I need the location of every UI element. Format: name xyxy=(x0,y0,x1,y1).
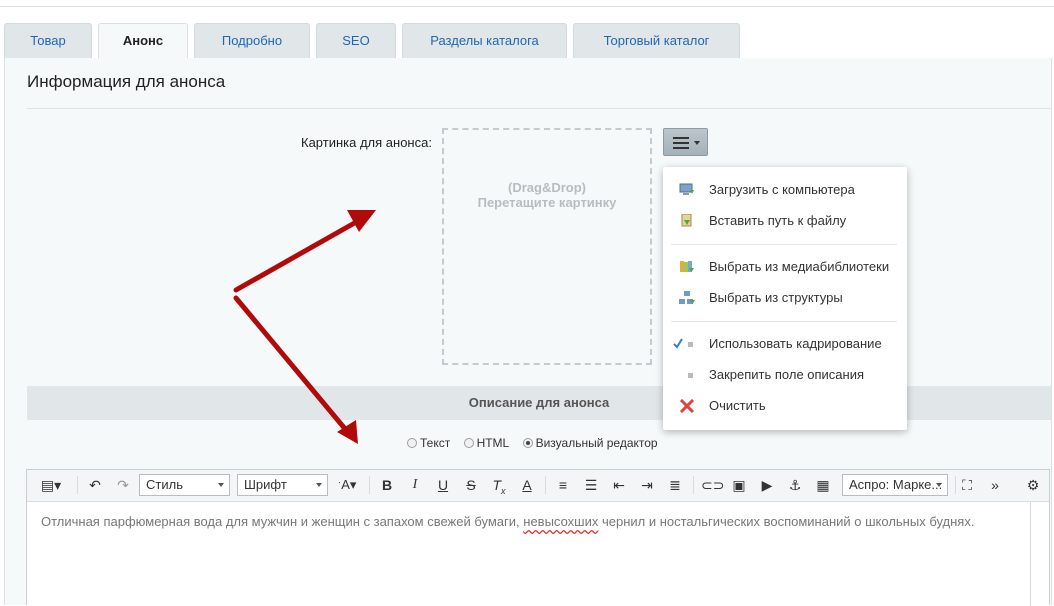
annotation-arrows xyxy=(233,210,376,444)
arrow-to-dropzone xyxy=(233,218,361,293)
arrowhead-to-dropzone xyxy=(347,210,376,232)
arrow-to-description xyxy=(233,295,349,433)
